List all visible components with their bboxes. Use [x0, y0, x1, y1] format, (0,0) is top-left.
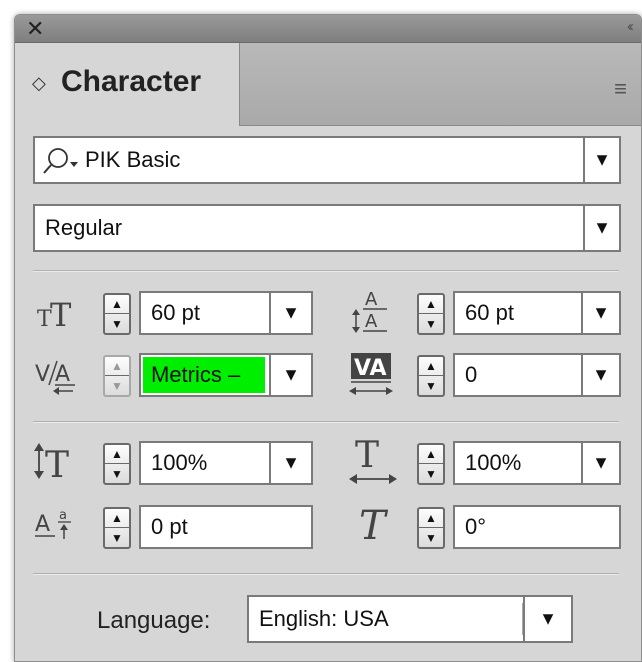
- chevron-down-icon: ▼: [593, 149, 611, 170]
- font-style-field[interactable]: Regular: [33, 204, 585, 252]
- vertical-scale-icon: T: [33, 439, 77, 488]
- chevron-down-icon: ▼: [282, 452, 300, 473]
- font-size-stepper[interactable]: ▲ ▼: [103, 293, 131, 335]
- svg-text:T: T: [50, 296, 72, 333]
- tracking-icon: VA: [349, 351, 395, 404]
- svg-text:a: a: [59, 508, 67, 523]
- tab-character[interactable]: ◇ Character: [15, 43, 240, 126]
- stepper-up-icon[interactable]: ▲: [105, 296, 129, 312]
- panel-menu-icon[interactable]: ≡: [614, 76, 627, 102]
- kerning-dropdown[interactable]: ▼: [269, 353, 313, 397]
- font-style-value: Regular: [45, 215, 123, 240]
- search-icon[interactable]: [41, 146, 81, 181]
- skew-value: 0°: [465, 514, 487, 539]
- horizontal-scale-icon: T: [349, 435, 399, 490]
- leading-value: 60 pt: [465, 300, 514, 325]
- kerning-value: Metrics –: [151, 362, 241, 387]
- stepper-down-icon[interactable]: ▼: [105, 378, 129, 394]
- tab-arrows-icon[interactable]: ◇: [32, 73, 46, 94]
- panel-titlebar: ✕ ‹‹: [15, 15, 641, 43]
- language-field[interactable]: English: USA: [247, 595, 525, 643]
- skew-icon: T: [357, 501, 397, 552]
- stepper-down-icon[interactable]: ▼: [105, 466, 129, 482]
- svg-text:A: A: [35, 512, 50, 537]
- tab-label: Character: [61, 65, 202, 98]
- kerning-stepper[interactable]: ▲ ▼: [103, 355, 131, 397]
- svg-text:T: T: [45, 445, 69, 483]
- stepper-up-icon[interactable]: ▲: [419, 446, 443, 462]
- svg-text:VA: VA: [354, 356, 387, 381]
- horizontal-scale-dropdown[interactable]: ▼: [581, 441, 621, 485]
- kerning-field[interactable]: Metrics –: [139, 353, 271, 397]
- baseline-shift-icon: A a: [35, 505, 79, 550]
- stepper-down-icon[interactable]: ▼: [419, 466, 443, 482]
- font-style-dropdown[interactable]: ▼: [583, 204, 621, 252]
- chevron-down-icon: ▼: [282, 302, 300, 323]
- font-family-field[interactable]: PIK Basic: [33, 136, 585, 184]
- divider: [33, 270, 619, 272]
- chevron-down-icon: ▼: [592, 452, 610, 473]
- language-value: English: USA: [259, 606, 389, 631]
- chevron-down-icon: ▼: [539, 608, 557, 629]
- stepper-up-icon[interactable]: ▲: [419, 358, 443, 374]
- skew-field[interactable]: 0°: [453, 505, 621, 549]
- tracking-field[interactable]: 0: [453, 353, 583, 397]
- font-size-field[interactable]: 60 pt: [139, 291, 271, 335]
- stepper-up-icon[interactable]: ▲: [105, 510, 129, 526]
- chevron-down-icon: ▼: [592, 364, 610, 385]
- stepper-up-icon[interactable]: ▲: [105, 446, 129, 462]
- baseline-shift-value: 0 pt: [151, 514, 188, 539]
- divider: [33, 573, 619, 575]
- chevron-down-icon: ▼: [592, 302, 610, 323]
- tracking-dropdown[interactable]: ▼: [581, 353, 621, 397]
- font-size-value: 60 pt: [151, 300, 200, 325]
- font-size-icon: T T: [37, 293, 77, 338]
- baseline-shift-field[interactable]: 0 pt: [139, 505, 313, 549]
- chevron-down-icon: ▼: [282, 364, 300, 385]
- horizontal-scale-value: 100%: [465, 450, 522, 475]
- font-family-dropdown[interactable]: ▼: [583, 136, 621, 184]
- stepper-down-icon[interactable]: ▼: [105, 316, 129, 332]
- character-panel: ✕ ‹‹ ◇ Character ≡ PIK Basic ▼ Regular ▼: [14, 14, 642, 662]
- baseline-shift-stepper[interactable]: ▲ ▼: [103, 507, 131, 549]
- horizontal-scale-field[interactable]: 100%: [453, 441, 583, 485]
- close-icon[interactable]: ✕: [26, 17, 44, 41]
- stepper-down-icon[interactable]: ▼: [419, 378, 443, 394]
- font-family-value: PIK Basic: [85, 147, 181, 172]
- tracking-value: 0: [465, 362, 478, 387]
- stepper-down-icon[interactable]: ▼: [105, 530, 129, 546]
- vertical-scale-dropdown[interactable]: ▼: [269, 441, 313, 485]
- vertical-scale-field[interactable]: 100%: [139, 441, 271, 485]
- horizontal-scale-stepper[interactable]: ▲ ▼: [417, 443, 445, 485]
- language-label: Language:: [97, 607, 211, 634]
- vertical-scale-stepper[interactable]: ▲ ▼: [103, 443, 131, 485]
- svg-text:A: A: [365, 289, 378, 310]
- font-size-dropdown[interactable]: ▼: [269, 291, 313, 335]
- stepper-down-icon[interactable]: ▼: [419, 316, 443, 332]
- tracking-stepper[interactable]: ▲ ▼: [417, 355, 445, 397]
- stepper-up-icon[interactable]: ▲: [419, 296, 443, 312]
- chevron-down-icon: ▼: [593, 217, 611, 238]
- stepper-up-icon[interactable]: ▲: [105, 358, 129, 374]
- divider: [33, 421, 619, 423]
- svg-text:T: T: [355, 435, 379, 476]
- language-dropdown[interactable]: ▼: [523, 595, 573, 643]
- tab-row: ◇ Character ≡: [15, 43, 641, 126]
- leading-stepper[interactable]: ▲ ▼: [417, 293, 445, 335]
- leading-dropdown[interactable]: ▼: [581, 291, 621, 335]
- svg-text:T: T: [359, 503, 389, 547]
- vertical-scale-value: 100%: [151, 450, 208, 475]
- collapse-icon[interactable]: ‹‹: [627, 18, 634, 35]
- leading-field[interactable]: 60 pt: [453, 291, 583, 335]
- svg-text:A: A: [55, 362, 70, 387]
- svg-text:A: A: [365, 311, 378, 332]
- svg-text:V: V: [35, 362, 50, 387]
- stepper-up-icon[interactable]: ▲: [419, 510, 443, 526]
- leading-icon: A A: [351, 287, 391, 340]
- stepper-down-icon[interactable]: ▼: [419, 530, 443, 546]
- kerning-icon: V A: [35, 355, 79, 402]
- skew-stepper[interactable]: ▲ ▼: [417, 507, 445, 549]
